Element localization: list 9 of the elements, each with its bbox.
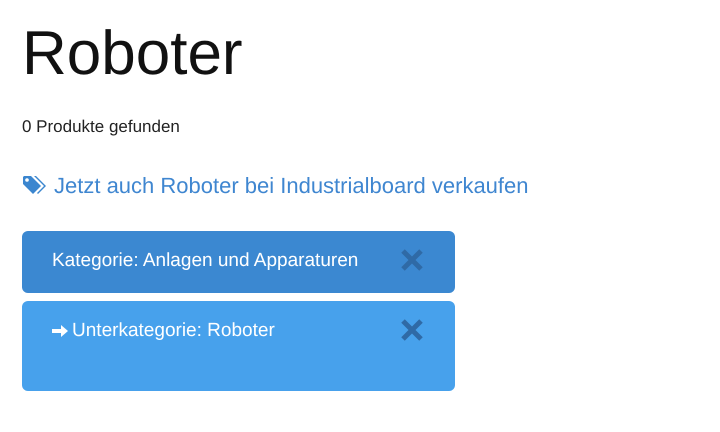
close-button[interactable] [399, 317, 425, 343]
close-button[interactable] [399, 247, 425, 273]
sell-link[interactable]: Jetzt auch Roboter bei Industrialboard verkaufen [54, 173, 529, 199]
result-count: 0 Produkte gefunden [22, 117, 181, 137]
page-title: Roboter [22, 18, 244, 90]
filter-label: Kategorie: Anlagen und Apparaturen [52, 249, 358, 273]
filter-label: Unterkategorie: Roboter [72, 319, 275, 343]
tag-icon [22, 175, 48, 197]
arrow-icon [52, 324, 69, 338]
